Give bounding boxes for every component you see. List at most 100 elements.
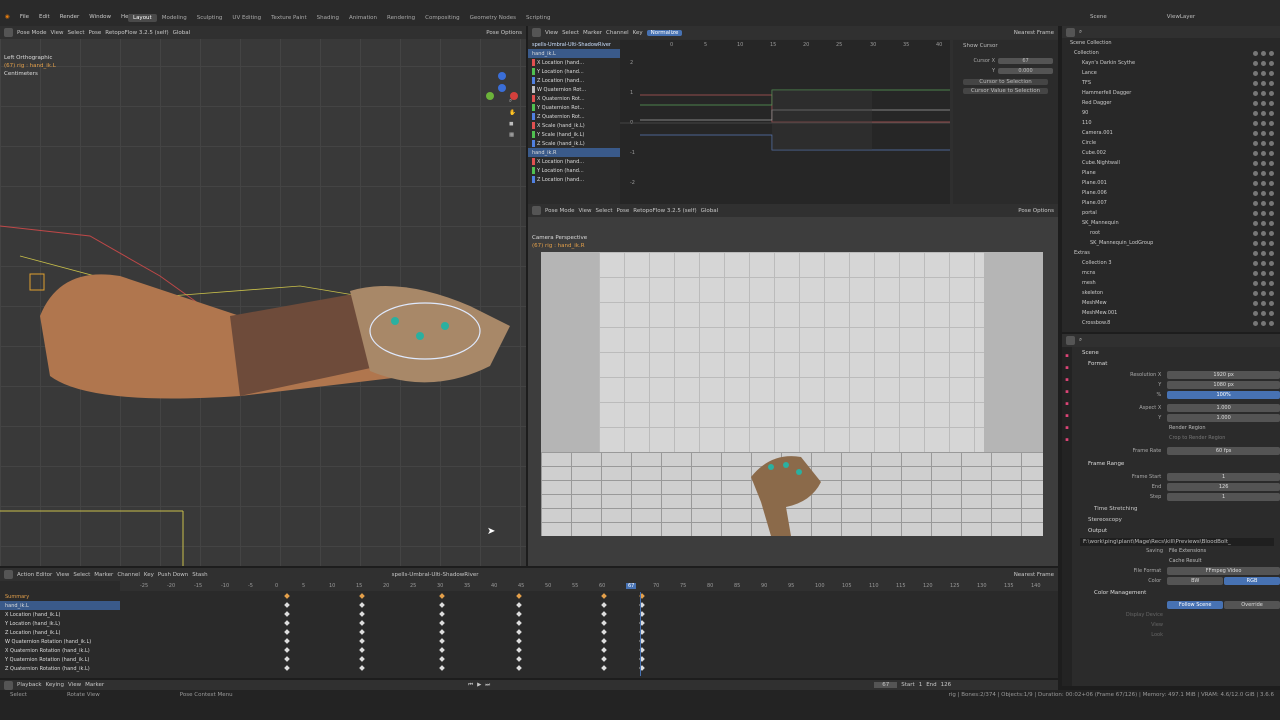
visibility-toggles[interactable] xyxy=(1253,180,1280,186)
camera-icon[interactable] xyxy=(1269,210,1274,216)
visibility-toggles[interactable] xyxy=(1253,160,1280,166)
checkbox-icon[interactable] xyxy=(1253,290,1258,296)
camera-icon[interactable] xyxy=(1269,270,1274,276)
tab-scripting[interactable]: Scripting xyxy=(521,14,555,22)
keyframe[interactable] xyxy=(359,629,365,635)
blender-logo-icon[interactable]: ◉ xyxy=(0,14,15,20)
checkbox-icon[interactable] xyxy=(1253,320,1258,326)
checkbox-icon[interactable] xyxy=(1253,100,1258,106)
editor-type-icon[interactable] xyxy=(532,206,541,215)
menu-view[interactable]: View xyxy=(68,682,81,688)
eye-icon[interactable] xyxy=(1261,200,1266,206)
camera-icon[interactable] xyxy=(1269,150,1274,156)
file-format-select[interactable]: FFmpeg Video xyxy=(1167,567,1280,575)
summary-row[interactable]: Summary xyxy=(0,592,120,601)
menu-marker[interactable]: Marker xyxy=(85,682,104,688)
keyframe[interactable] xyxy=(601,638,607,644)
checkbox-icon[interactable] xyxy=(1253,80,1258,86)
keyframe[interactable] xyxy=(601,611,607,617)
action-selector[interactable]: spells-Umbral-Ulti-ShadowRiver xyxy=(392,572,479,578)
world-tab-icon[interactable]: ▪ xyxy=(1065,413,1069,419)
keyframe[interactable] xyxy=(284,602,290,608)
keyframe[interactable] xyxy=(284,620,290,626)
scene-tab-icon[interactable]: ▪ xyxy=(1065,401,1069,407)
output-tab-icon[interactable]: ▪ xyxy=(1065,377,1069,383)
checkbox-icon[interactable] xyxy=(1253,200,1258,206)
camera-icon[interactable] xyxy=(1269,250,1274,256)
visibility-toggles[interactable] xyxy=(1253,130,1280,136)
checkbox-icon[interactable] xyxy=(1253,170,1258,176)
checkbox-icon[interactable] xyxy=(1253,210,1258,216)
visibility-toggles[interactable] xyxy=(1253,70,1280,76)
outliner-item[interactable]: Red Dagger xyxy=(1062,98,1280,108)
camera-icon[interactable] xyxy=(1269,70,1274,76)
object-tab-icon[interactable]: ▪ xyxy=(1065,425,1069,431)
end-field[interactable]: 126 xyxy=(941,682,952,688)
outliner-item[interactable]: Plane.006 xyxy=(1062,188,1280,198)
eye-icon[interactable] xyxy=(1261,60,1266,66)
eye-icon[interactable] xyxy=(1261,250,1266,256)
keyframe[interactable] xyxy=(359,602,365,608)
outliner-item[interactable]: Collection xyxy=(1062,48,1280,58)
keyframe[interactable] xyxy=(601,602,607,608)
camera-icon[interactable] xyxy=(1269,310,1274,316)
menu-select[interactable]: Select xyxy=(73,572,90,578)
outliner-item[interactable]: Hammerfell Dagger xyxy=(1062,88,1280,98)
format-panel[interactable]: Format xyxy=(1074,358,1280,370)
menu-channel[interactable]: Channel xyxy=(117,572,140,578)
aspect-y-field[interactable]: 1.000 xyxy=(1167,414,1280,422)
camera-icon[interactable] xyxy=(1269,80,1274,86)
channel-row[interactable]: X Quaternion Rot... xyxy=(528,94,620,103)
keyframe[interactable] xyxy=(284,593,290,599)
cache-result-checkbox[interactable]: Cache Result xyxy=(1169,558,1202,564)
camera-icon[interactable] xyxy=(1269,60,1274,66)
eye-icon[interactable] xyxy=(1261,130,1266,136)
keyframe[interactable] xyxy=(359,593,365,599)
follow-scene-button[interactable]: Follow Scene xyxy=(1167,601,1224,609)
checkbox-icon[interactable] xyxy=(1253,270,1258,276)
keyframe[interactable] xyxy=(439,665,445,671)
checkbox-icon[interactable] xyxy=(1253,280,1258,286)
file-extensions-checkbox[interactable]: File Extensions xyxy=(1169,548,1206,554)
zoom-icon[interactable]: ⌕ xyxy=(509,98,516,105)
mode-selector[interactable]: Pose Mode xyxy=(545,208,574,214)
eye-icon[interactable] xyxy=(1261,180,1266,186)
channel-row[interactable]: Z Location (hand_ik.L) xyxy=(0,628,120,637)
dope-sheet[interactable]: Action Editor View Select Marker Channel… xyxy=(0,568,1058,678)
keyframe[interactable] xyxy=(359,656,365,662)
keyframe[interactable] xyxy=(601,629,607,635)
checkbox-icon[interactable] xyxy=(1253,180,1258,186)
channel-row[interactable]: X Scale (hand_ik.L) xyxy=(528,121,620,130)
eye-icon[interactable] xyxy=(1261,100,1266,106)
render-tab-icon[interactable]: ▪ xyxy=(1065,365,1069,371)
keyframe[interactable] xyxy=(439,593,445,599)
bone-group-row[interactable]: hand_ik.R xyxy=(528,148,620,157)
menu-file[interactable]: File xyxy=(15,14,34,20)
keyframe[interactable] xyxy=(516,665,522,671)
checkbox-icon[interactable] xyxy=(1253,50,1258,56)
keyframe[interactable] xyxy=(601,647,607,653)
viewport-left[interactable]: Pose Mode View Select Pose RetopoFlow 3.… xyxy=(0,26,526,566)
outliner-item[interactable]: Circle xyxy=(1062,138,1280,148)
eye-icon[interactable] xyxy=(1261,270,1266,276)
eye-icon[interactable] xyxy=(1261,50,1266,56)
tab-compositing[interactable]: Compositing xyxy=(420,14,464,22)
menu-select[interactable]: Select xyxy=(596,208,613,214)
outliner-item[interactable]: SK_Mannequin_LodGroup xyxy=(1062,238,1280,248)
jump-start-icon[interactable]: ⏮ xyxy=(468,682,473,689)
eye-icon[interactable] xyxy=(1261,230,1266,236)
keyframe[interactable] xyxy=(284,638,290,644)
outliner-item[interactable]: TFS xyxy=(1062,78,1280,88)
checkbox-icon[interactable] xyxy=(1253,230,1258,236)
channel-row[interactable]: X Location (hand_ik.L) xyxy=(0,610,120,619)
cursor-x-field[interactable]: 67 xyxy=(998,58,1053,64)
visibility-toggles[interactable] xyxy=(1253,50,1280,56)
visibility-toggles[interactable] xyxy=(1253,250,1280,256)
checkbox-icon[interactable] xyxy=(1253,120,1258,126)
visibility-toggles[interactable] xyxy=(1253,300,1280,306)
visibility-toggles[interactable] xyxy=(1253,80,1280,86)
checkbox-icon[interactable] xyxy=(1253,300,1258,306)
bone-group-row[interactable]: hand_ik.L xyxy=(528,49,620,58)
dopesheet-ruler[interactable]: -25 -20 -15 -10 -5 0 5 10 15 20 25 30 35 40 45 50 55 60 67… xyxy=(120,581,1058,591)
output-panel[interactable]: Output xyxy=(1074,524,1280,538)
